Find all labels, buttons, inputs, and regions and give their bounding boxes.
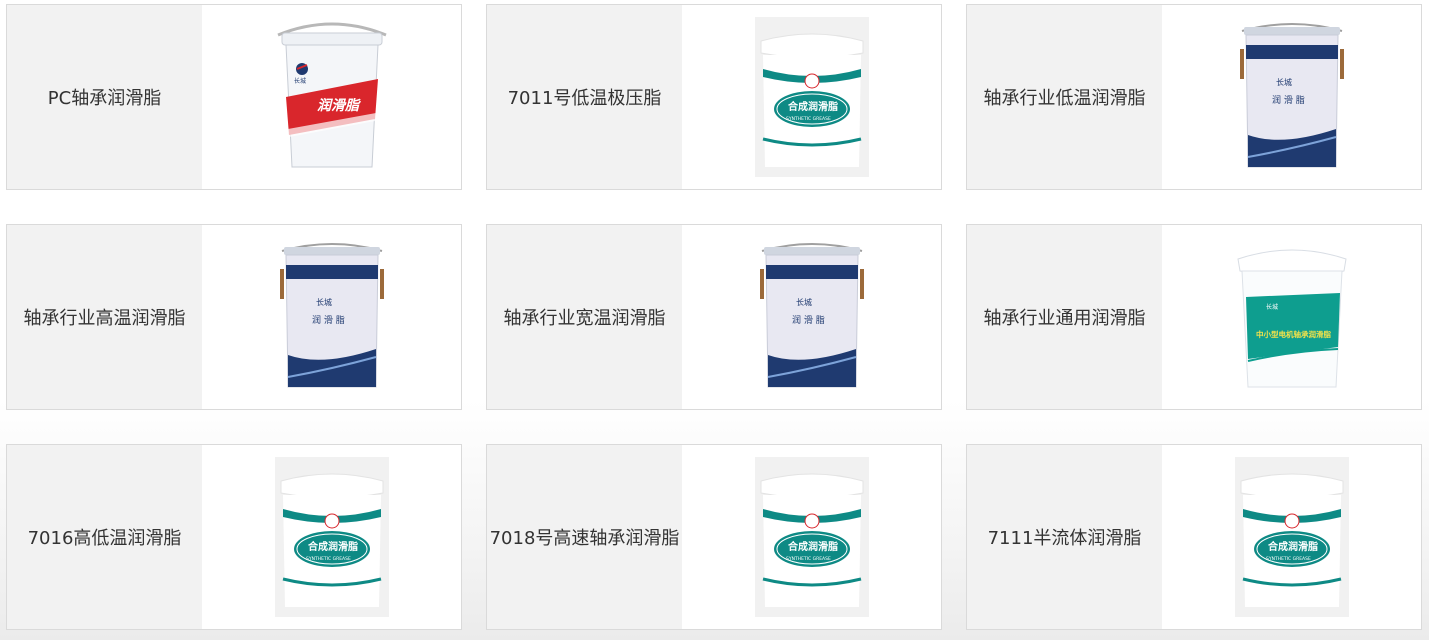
- grease-tub-image: 合成润滑脂 SYNTHETIC GREASE: [274, 457, 389, 617]
- svg-text:润 滑 脂: 润 滑 脂: [312, 314, 345, 326]
- product-name[interactable]: 7018号高速轴承润滑脂: [487, 445, 682, 629]
- svg-text:合成润滑脂: 合成润滑脂: [307, 540, 358, 553]
- product-image[interactable]: 长城 润 滑 脂: [202, 225, 461, 409]
- product-image[interactable]: 长城 润 滑 脂: [682, 225, 941, 409]
- product-image[interactable]: 长城 润滑脂: [202, 5, 461, 189]
- grease-bucket-image: 长城 中小型电机轴承润滑脂: [1236, 249, 1347, 388]
- grease-pail-image: 长城 润 滑 脂: [759, 243, 864, 388]
- product-card[interactable]: 7018号高速轴承润滑脂 合成润滑脂 SYNTHETIC GREASE: [486, 444, 942, 630]
- svg-text:SYNTHETIC GREASE: SYNTHETIC GREASE: [306, 556, 351, 562]
- grease-pail-image: 长城 润 滑 脂: [1239, 23, 1344, 168]
- product-image[interactable]: 合成润滑脂 SYNTHETIC GREASE: [202, 445, 461, 629]
- product-name[interactable]: 轴承行业高温润滑脂: [7, 225, 202, 409]
- product-name[interactable]: 轴承行业宽温润滑脂: [487, 225, 682, 409]
- svg-text:长城: 长城: [1266, 303, 1278, 311]
- product-name[interactable]: 轴承行业低温润滑脂: [967, 5, 1162, 189]
- product-card[interactable]: 轴承行业低温润滑脂 长城 润 滑 脂: [966, 4, 1422, 190]
- grease-tub-image: 合成润滑脂 SYNTHETIC GREASE: [754, 457, 869, 617]
- grease-bucket-image: 长城 润滑脂: [276, 22, 387, 168]
- svg-text:长城: 长城: [316, 297, 332, 307]
- product-name[interactable]: 轴承行业通用润滑脂: [967, 225, 1162, 409]
- svg-text:润 滑 脂: 润 滑 脂: [1272, 94, 1305, 106]
- product-card[interactable]: 7111半流体润滑脂 合成润滑脂 SYNTHETIC GREASE: [966, 444, 1422, 630]
- product-image[interactable]: 合成润滑脂 SYNTHETIC GREASE: [682, 5, 941, 189]
- svg-text:中小型电机轴承润滑脂: 中小型电机轴承润滑脂: [1256, 329, 1331, 339]
- product-name[interactable]: 7111半流体润滑脂: [967, 445, 1162, 629]
- svg-text:合成润滑脂: 合成润滑脂: [1267, 540, 1318, 553]
- product-name[interactable]: 7011号低温极压脂: [487, 5, 682, 189]
- product-card[interactable]: 轴承行业通用润滑脂 长城 中小型电机轴承润滑脂: [966, 224, 1422, 410]
- svg-text:合成润滑脂: 合成润滑脂: [787, 100, 838, 113]
- grease-tub-image: 合成润滑脂 SYNTHETIC GREASE: [1234, 457, 1349, 617]
- product-image[interactable]: 长城 中小型电机轴承润滑脂: [1162, 225, 1421, 409]
- svg-text:长城: 长城: [1276, 77, 1292, 87]
- grease-pail-image: 长城 润 滑 脂: [279, 243, 384, 388]
- product-card[interactable]: PC轴承润滑脂 长城 润滑脂: [6, 4, 462, 190]
- product-card[interactable]: 7016高低温润滑脂 合成润滑脂 SYNTHETIC GREASE: [6, 444, 462, 630]
- product-image[interactable]: 长城 润 滑 脂: [1162, 5, 1421, 189]
- svg-text:长城: 长城: [294, 77, 306, 85]
- svg-text:SYNTHETIC GREASE: SYNTHETIC GREASE: [786, 556, 831, 562]
- product-card[interactable]: 7011号低温极压脂 合成润滑脂 SYNTHETIC GREASE: [486, 4, 942, 190]
- product-grid: PC轴承润滑脂 长城 润滑脂 7011号低温极压脂 合成润滑脂 SYNTHETI…: [0, 0, 1429, 640]
- product-card[interactable]: 轴承行业高温润滑脂 长城 润 滑 脂: [6, 224, 462, 410]
- product-image[interactable]: 合成润滑脂 SYNTHETIC GREASE: [682, 445, 941, 629]
- svg-text:SYNTHETIC GREASE: SYNTHETIC GREASE: [786, 116, 831, 122]
- svg-text:润滑脂: 润滑脂: [317, 97, 361, 114]
- grease-tub-image: 合成润滑脂 SYNTHETIC GREASE: [754, 17, 869, 177]
- product-name[interactable]: 7016高低温润滑脂: [7, 445, 202, 629]
- svg-text:合成润滑脂: 合成润滑脂: [787, 540, 838, 553]
- svg-text:润 滑 脂: 润 滑 脂: [792, 314, 825, 326]
- product-image[interactable]: 合成润滑脂 SYNTHETIC GREASE: [1162, 445, 1421, 629]
- svg-text:SYNTHETIC GREASE: SYNTHETIC GREASE: [1266, 556, 1311, 562]
- product-card[interactable]: 轴承行业宽温润滑脂 长城 润 滑 脂: [486, 224, 942, 410]
- product-name[interactable]: PC轴承润滑脂: [7, 5, 202, 189]
- svg-text:长城: 长城: [796, 297, 812, 307]
